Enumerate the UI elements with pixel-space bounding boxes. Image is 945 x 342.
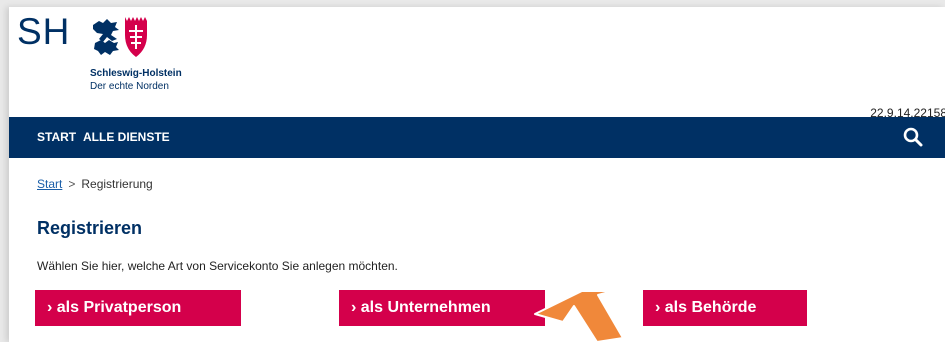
logo-tagline: Der echte Norden xyxy=(90,81,169,92)
page: SH Schleswig-Holstein Der echte Norden 2… xyxy=(9,7,945,342)
breadcrumb-separator: > xyxy=(68,177,76,191)
register-private-button[interactable]: › als Privatperson xyxy=(35,290,241,326)
pointer-arrow-icon xyxy=(534,292,624,342)
register-authority-button[interactable]: › als Behörde xyxy=(643,290,807,326)
logo-abbr: SH xyxy=(17,11,71,52)
search-icon[interactable] xyxy=(902,126,924,148)
main-navigation: START ALLE DIENSTE xyxy=(9,117,945,158)
breadcrumb-home-link[interactable]: Start xyxy=(37,177,62,191)
coat-of-arms-icon xyxy=(93,17,147,57)
nav-start-link[interactable]: START xyxy=(37,130,76,144)
page-title: Registrieren xyxy=(37,218,143,238)
breadcrumb: Start > Registrierung xyxy=(37,177,153,191)
breadcrumb-current: Registrierung xyxy=(81,177,153,191)
nav-all-services-link[interactable]: ALLE DIENSTE xyxy=(83,130,170,144)
register-company-button[interactable]: › als Unternehmen xyxy=(339,290,545,326)
page-description: Wählen Sie hier, welche Art von Servicek… xyxy=(37,259,398,273)
logo-name: Schleswig-Holstein xyxy=(90,68,182,79)
